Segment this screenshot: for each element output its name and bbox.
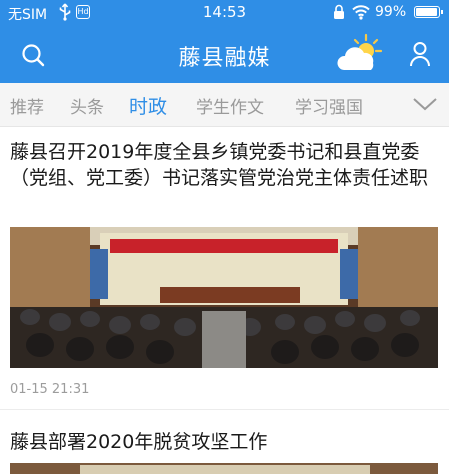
battery-icon <box>414 6 443 18</box>
tab-student-essays[interactable]: 学生作文 <box>196 93 264 118</box>
article-photo-2[interactable] <box>10 463 438 474</box>
tab-headlines[interactable]: 头条 <box>70 93 104 118</box>
article-title[interactable]: 藤县召开2019年度全县乡镇党委书记和县直党委（党组、党工委）书记落实管党治党主… <box>10 139 440 191</box>
article-title-2[interactable]: 藤县部署2020年脱贫攻坚工作 <box>10 427 267 454</box>
app-bar: 藤县融媒 <box>0 26 449 83</box>
tab-study-strong-nation[interactable]: 学习强国 <box>295 93 363 118</box>
category-tabs: 推荐 头条 时政 学生作文 学习强国 <box>0 83 449 127</box>
tab-recommend[interactable]: 推荐 <box>10 93 44 118</box>
tab-politics[interactable]: 时政 <box>129 92 167 119</box>
user-icon[interactable] <box>409 41 431 67</box>
weather-sun-cloud-icon[interactable] <box>335 32 383 76</box>
article-timestamp: 01-15 21:31 <box>10 382 90 397</box>
chevron-down-icon[interactable] <box>412 95 438 113</box>
wifi-icon <box>352 5 370 20</box>
top-header: 无SIM Hd 14:53 99% 藤县融媒 <box>0 0 449 83</box>
status-bar: 无SIM Hd 14:53 99% <box>0 0 449 26</box>
battery-percent: 99% <box>375 4 407 20</box>
article-photo[interactable] <box>10 227 438 368</box>
list-divider <box>0 409 449 410</box>
rotation-lock-icon <box>334 4 344 19</box>
